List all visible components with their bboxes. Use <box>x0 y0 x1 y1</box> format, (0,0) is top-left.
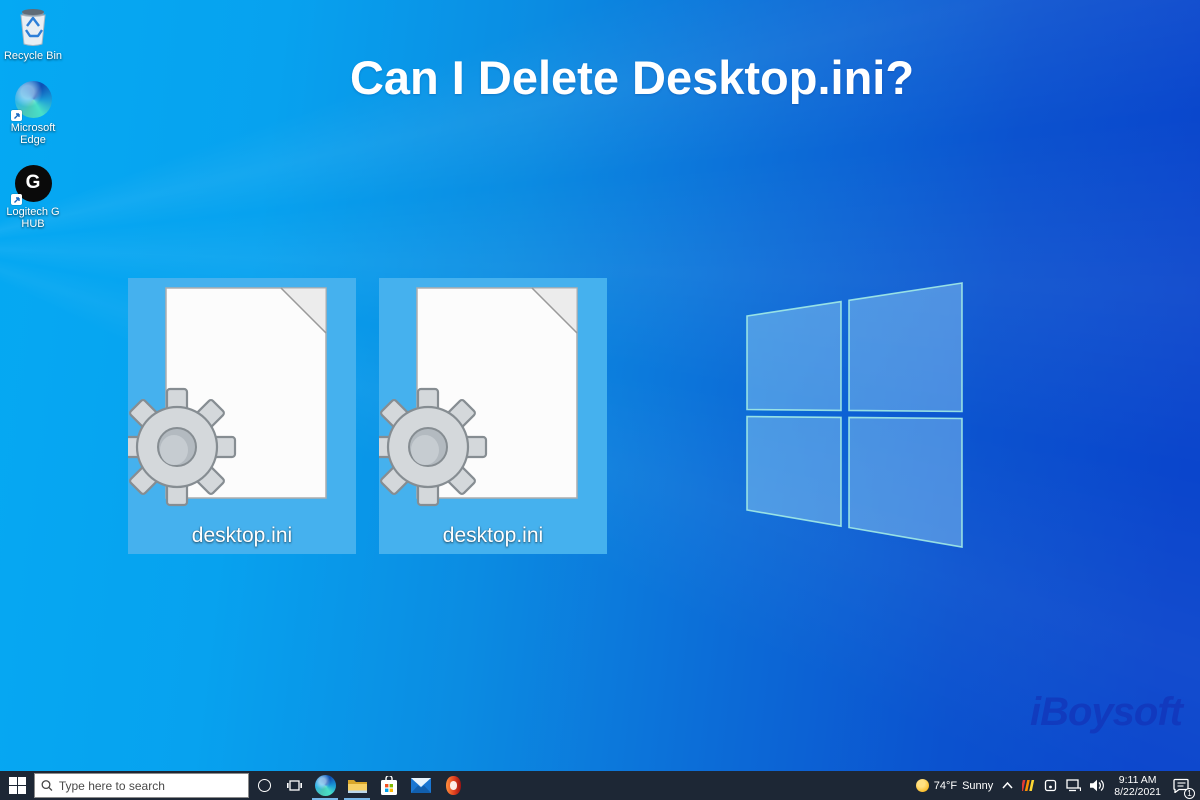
search-icon <box>41 779 53 792</box>
windows-logo-wallpaper <box>740 277 970 553</box>
tray-overflow-button[interactable] <box>1002 771 1013 800</box>
taskbar-app-file-explorer[interactable] <box>341 771 373 800</box>
w-colored-icon <box>1022 779 1035 792</box>
file-explorer-icon <box>347 777 368 794</box>
search-input[interactable] <box>59 779 242 793</box>
shortcut-arrow-icon <box>11 110 22 121</box>
file-name-label: desktop.ini <box>443 524 543 548</box>
task-view-button[interactable] <box>279 771 309 800</box>
desktop-icon-label: Recycle Bin <box>4 50 62 62</box>
ini-file-icon <box>379 278 607 528</box>
chevron-up-icon <box>1002 782 1013 789</box>
logitech-g-icon: G <box>13 162 53 204</box>
office-icon <box>445 776 462 795</box>
desktop-icon-label: Logitech G HUB <box>0 206 66 230</box>
taskbar-app-microsoft-edge[interactable] <box>309 771 341 800</box>
edge-icon <box>13 78 53 120</box>
cortana-icon <box>258 779 271 792</box>
tray-volume-button[interactable] <box>1090 771 1105 800</box>
edge-icon <box>315 775 336 796</box>
action-center-button[interactable]: 1 <box>1170 771 1192 800</box>
taskbar: 74°F Sunny <box>0 771 1200 800</box>
taskbar-search[interactable] <box>34 773 249 798</box>
weather-condition: Sunny <box>962 780 993 792</box>
volume-icon <box>1090 779 1105 792</box>
start-button[interactable] <box>0 771 34 800</box>
taskbar-app-microsoft-store[interactable] <box>373 771 405 800</box>
sun-icon <box>916 779 929 792</box>
file-desktop-ini-2[interactable]: desktop.ini <box>379 278 607 554</box>
shortcut-arrow-icon <box>11 194 22 205</box>
tray-network-button[interactable] <box>1066 771 1081 800</box>
tray-w-app-button[interactable] <box>1022 771 1035 800</box>
taskbar-app-mail[interactable] <box>405 771 437 800</box>
desktop-icon-recycle-bin[interactable]: Recycle Bin <box>0 6 66 62</box>
page-title: Can I Delete Desktop.ini? <box>0 50 1200 105</box>
recycle-bin-art <box>13 6 53 48</box>
network-icon <box>1066 779 1081 792</box>
task-view-icon <box>287 779 302 792</box>
ini-file-icon <box>128 278 356 528</box>
desktop-icon-microsoft-edge[interactable]: Microsoft Edge <box>0 78 66 146</box>
microsoft-store-icon <box>380 776 398 796</box>
clock-date: 8/22/2021 <box>1114 786 1161 798</box>
gear-icon <box>379 389 486 505</box>
system-tray: 74°F Sunny <box>916 771 1200 800</box>
taskbar-app-office[interactable] <box>437 771 469 800</box>
weather-temp: 74°F <box>934 780 957 792</box>
desktop-icon-label: Microsoft Edge <box>0 122 66 146</box>
taskbar-clock[interactable]: 9:11 AM 8/22/2021 <box>1114 771 1161 800</box>
clock-time: 9:11 AM <box>1119 774 1157 786</box>
cortana-button[interactable] <box>249 771 279 800</box>
gear-icon <box>128 389 235 505</box>
notification-badge: 1 <box>1184 788 1195 799</box>
desktop-icon-logitech-g-hub[interactable]: G Logitech G HUB <box>0 162 66 230</box>
iboysoft-watermark: iBoysoft <box>1030 690 1182 735</box>
desktop-wallpaper[interactable]: Can I Delete Desktop.ini? Recycle Bin <box>0 0 1200 771</box>
file-desktop-ini-1[interactable]: desktop.ini <box>128 278 356 554</box>
weather-widget[interactable]: 74°F Sunny <box>916 771 994 800</box>
recycle-bin-icon <box>13 6 53 48</box>
windows-desktop-screen: Can I Delete Desktop.ini? Recycle Bin <box>0 0 1200 800</box>
tray-device-button[interactable] <box>1044 771 1057 800</box>
desktop-icon-column: Recycle Bin Microsoft Edge G <box>0 6 66 246</box>
file-name-label: desktop.ini <box>192 524 292 548</box>
windows-start-icon <box>9 777 26 794</box>
mail-icon <box>411 778 431 793</box>
device-icon <box>1044 779 1057 792</box>
